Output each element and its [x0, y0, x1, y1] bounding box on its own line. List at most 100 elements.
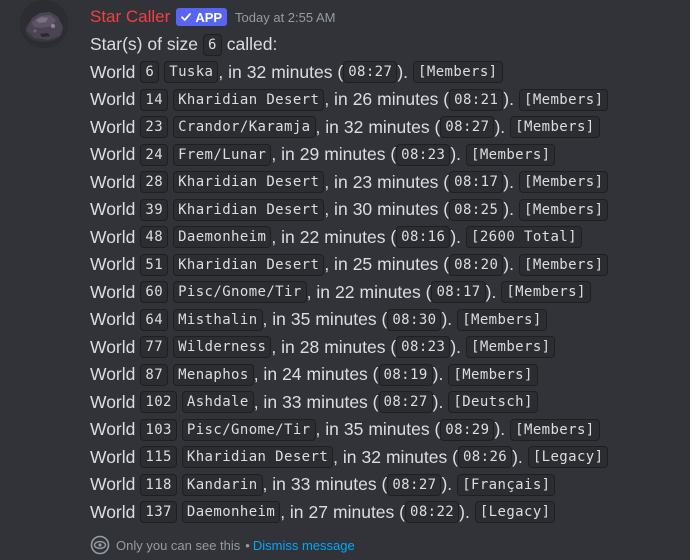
close-label: ).: [494, 116, 506, 137]
world-label: World: [90, 281, 136, 302]
eta-time: 08:27: [378, 391, 433, 414]
message-content: Star(s) of size 6 called: World 6 Tuska, in 3…: [90, 31, 680, 526]
world-number: 118: [140, 473, 177, 496]
location-name: Kharidian Desert: [173, 253, 325, 276]
world-row: World 64 Misthalin, in 35 minutes (08:30). [M…: [90, 306, 680, 334]
world-row: World 77 Wilderness, in 28 minutes (08:23).[…: [90, 334, 680, 362]
location-name: Kharidian Desert: [173, 171, 325, 194]
world-tag: [Members]: [457, 308, 547, 331]
minutes-label: minutes (: [359, 281, 432, 302]
world-number: 115: [140, 446, 177, 469]
world-number: 77: [140, 336, 169, 359]
eta-time: 08:25: [449, 198, 504, 221]
location-name: Tuska: [164, 61, 219, 84]
minutes-value: 26: [352, 89, 373, 110]
world-tag: [Members]: [466, 336, 556, 359]
location-name: Daemonheim: [173, 226, 272, 249]
author-name[interactable]: Star Caller: [90, 7, 170, 27]
minutes-value: 23: [352, 171, 373, 192]
world-row: World 48 Daemonheim, in 22 minutes (08:16).[…: [90, 224, 680, 252]
star-size-code: 6: [202, 33, 222, 56]
minutes-label: minutes (: [315, 474, 388, 495]
world-label: World: [90, 116, 136, 137]
app-badge-label: APP: [195, 9, 223, 25]
world-tag: [Members]: [518, 253, 609, 276]
world-label: World: [90, 391, 136, 412]
minutes-label: minutes (: [377, 89, 450, 110]
world-label: World: [90, 336, 136, 357]
close-label: ).: [432, 364, 444, 385]
world-row: World 23 Crandor/Karamja, in 32 minutes (08:…: [90, 114, 680, 142]
world-row: World 14 Kharidian Desert, in 26 minutes (08…: [90, 86, 680, 114]
world-label: World: [90, 419, 136, 440]
world-tag: [Deutsch]: [448, 391, 538, 414]
world-row: World 51 Kharidian Desert, in 25 minutes (08…: [90, 251, 680, 279]
ephemeral-notice: Only you can see this: [116, 537, 241, 553]
dismiss-message-link[interactable]: Dismiss message: [253, 538, 355, 553]
world-number: 23: [140, 116, 169, 139]
minutes-label: minutes (: [324, 226, 397, 247]
close-label: ).: [503, 89, 514, 110]
world-row: World 115 Kharidian Desert, in 32 minutes (0…: [90, 444, 680, 472]
world-number: 64: [140, 308, 169, 331]
location-name: Crandor/Karamja: [173, 116, 316, 139]
world-number: 60: [140, 281, 169, 304]
world-number: 6: [140, 61, 160, 84]
close-label: ).: [512, 446, 523, 467]
close-label: ).: [503, 199, 514, 220]
in-label: , in: [315, 116, 339, 137]
in-label: , in: [324, 199, 348, 220]
avatar[interactable]: [20, 0, 68, 48]
minutes-value: 32: [246, 61, 267, 82]
world-row: World 118 Kandarin, in 33 minutes (08:27). [F…: [90, 471, 680, 499]
world-label: World: [90, 171, 136, 192]
timestamp[interactable]: Today at 2:55 AM: [235, 10, 335, 25]
in-label: , in: [271, 336, 295, 357]
eta-time: 08:22: [404, 501, 460, 524]
eta-time: 08:20: [449, 253, 504, 276]
world-tag: [Members]: [510, 418, 600, 441]
minutes-label: minutes (: [385, 446, 458, 467]
location-name: Kharidian Desert: [173, 88, 325, 111]
close-label: ).: [432, 391, 444, 412]
location-name: Ashdale: [181, 391, 254, 414]
minutes-label: minutes (: [377, 171, 450, 192]
world-row: World 39 Kharidian Desert, in 30 minutes (08…: [90, 196, 680, 224]
minutes-label: minutes (: [377, 254, 450, 275]
close-label: ).: [441, 309, 453, 330]
in-label: , in: [333, 446, 357, 467]
eta-time: 08:27: [387, 473, 442, 496]
world-number: 51: [140, 253, 169, 276]
in-label: , in: [324, 89, 348, 110]
world-tag: [Members]: [448, 363, 538, 386]
in-label: , in: [280, 501, 304, 522]
intro-suffix: called:: [226, 34, 278, 55]
minutes-value: 32: [343, 116, 364, 137]
world-tag: [Members]: [413, 61, 503, 84]
minutes-value: 33: [290, 474, 311, 495]
world-label: World: [90, 501, 136, 522]
close-label: ).: [450, 226, 462, 247]
minutes-value: 32: [361, 446, 381, 467]
world-list: World 6 Tuska, in 32 minutes (08:27). [Member…: [90, 59, 680, 527]
world-tag: [Members]: [510, 116, 600, 139]
location-name: Menaphos: [173, 363, 254, 386]
location-name: Kharidian Desert: [173, 198, 325, 221]
minutes-value: 22: [299, 226, 320, 247]
minutes-value: 29: [299, 144, 320, 165]
app-badge: APP: [176, 8, 228, 26]
minutes-value: 27: [308, 501, 329, 522]
minutes-label: minutes (: [306, 364, 379, 385]
in-label: , in: [218, 61, 242, 82]
intro-prefix: Star(s) of size: [90, 34, 198, 55]
location-name: Kandarin: [181, 473, 263, 496]
minutes-value: 28: [299, 336, 320, 357]
world-tag: [Français]: [457, 473, 556, 496]
world-row: World 87 Menaphos, in 24 minutes (08:19). [Me…: [90, 361, 680, 389]
bot-message: Star Caller APP Today at 2:55 AM Star(s)…: [0, 0, 690, 560]
minutes-label: minutes (: [324, 144, 397, 165]
world-number: 137: [140, 501, 177, 524]
eta-time: 08:29: [440, 418, 495, 441]
eta-time: 08:23: [396, 336, 451, 359]
minutes-value: 22: [335, 281, 355, 302]
